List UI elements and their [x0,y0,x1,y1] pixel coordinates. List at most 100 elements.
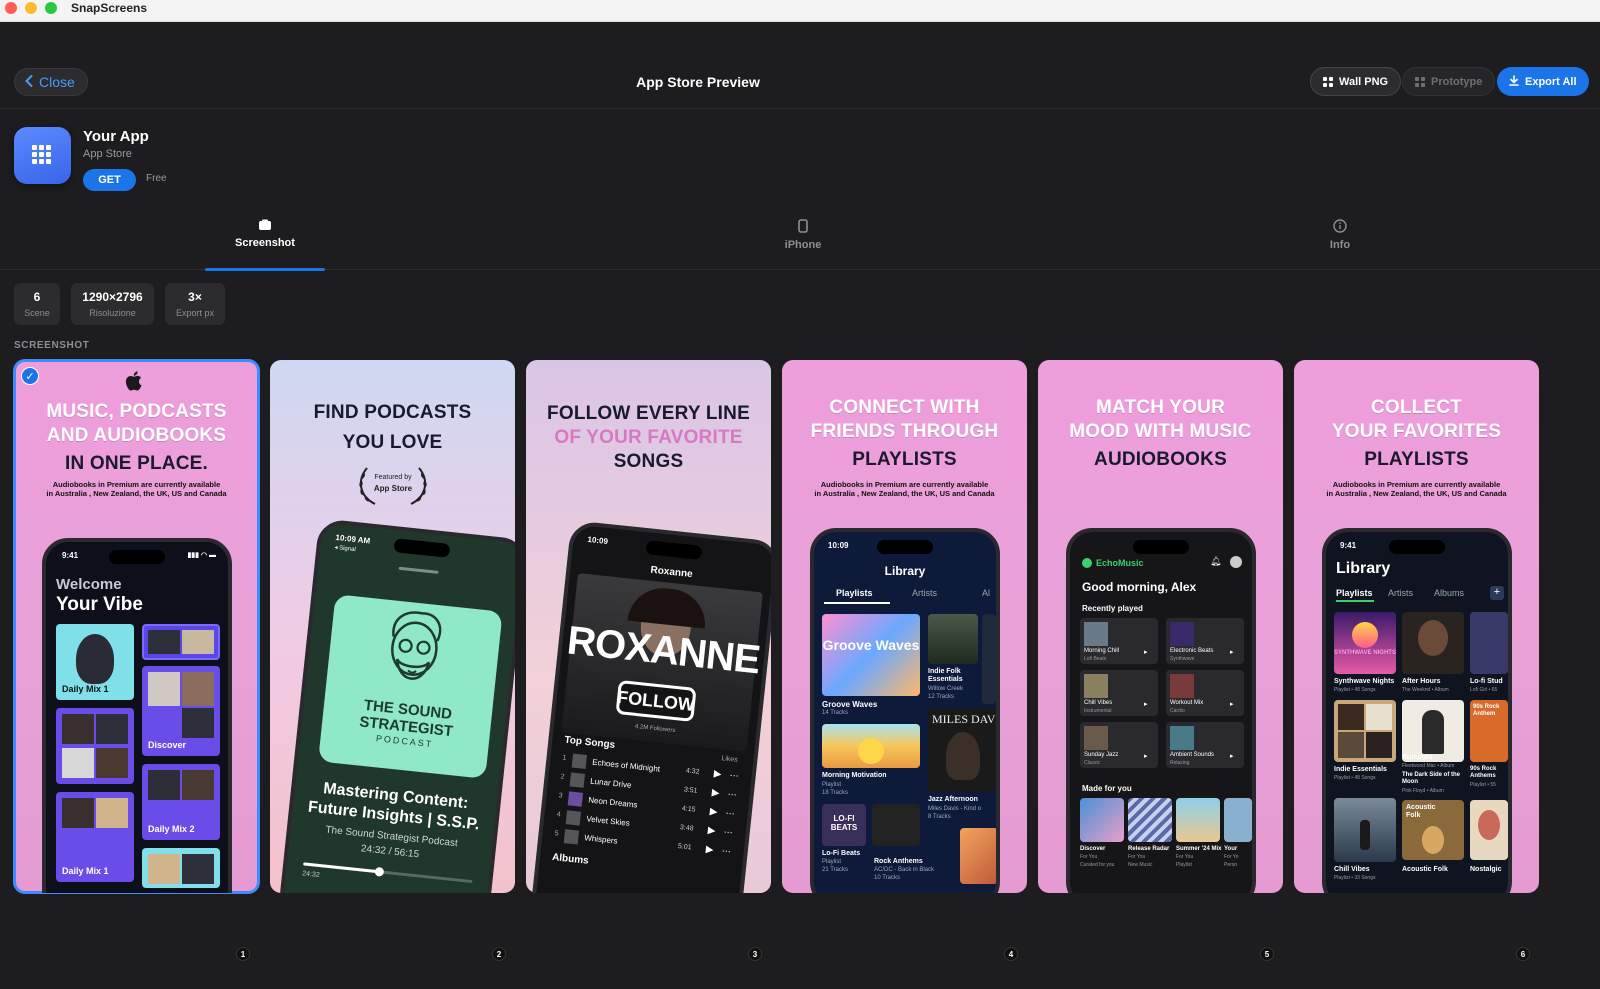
album-extra-art[interactable] [960,828,996,884]
made-item-meta: Perso [1224,862,1238,868]
made-item-meta: For You [1080,854,1098,860]
play-icon[interactable]: ▸ [1144,752,1148,760]
avatar[interactable] [1230,556,1242,568]
stat-resolution-value: 1290×2796 [82,290,143,304]
recent-item[interactable]: Sunday Jazz Classic ▸ [1080,722,1158,768]
tab-info-label: Info [1329,239,1351,251]
get-button[interactable]: GET [83,169,136,191]
phone-mockup: 10:09 Roxanne ROXANNE FOLLOW 4.2M Follow… [529,520,771,893]
play-icon[interactable]: ▶ [713,768,722,780]
playlist-synthwave-art[interactable]: SYNTHWAVE NIGHTS [1334,612,1396,674]
screenshot-card-2[interactable]: FIND PODCASTS YOU LOVE Featured by App S… [270,360,515,893]
play-icon[interactable]: ▶ [707,825,716,837]
tab-info[interactable]: Info [1280,210,1400,270]
prototype-button[interactable]: Prototype [1402,67,1496,96]
play-icon[interactable]: ▶ [709,806,718,818]
playlist-title: Groove Waves [822,700,878,709]
more-icon[interactable]: ⋯ [729,770,739,782]
wall-png-button[interactable]: Wall PNG [1310,67,1402,96]
song-title: Whispers [583,833,618,846]
tab-playlists[interactable]: Playlists [1336,588,1373,598]
album-after-hours-art[interactable] [1402,612,1464,674]
tab-albums[interactable]: Al [982,588,990,598]
tab-screenshot[interactable]: Screenshot [205,210,325,271]
playlist-meta: Lofi Girl • 65 [1470,687,1498,693]
status-time: 9:41 [62,551,79,560]
recent-item[interactable]: Electronic Beats Synthwave ▸ [1166,618,1244,664]
tile-daily-mix-1b[interactable]: Daily Mix 1 [56,792,134,882]
tile-daily-mix-2[interactable]: Daily Mix 2 [142,764,220,840]
tab-artists[interactable]: Artists [912,588,937,598]
more-icon[interactable]: ⋯ [727,789,737,801]
headline-line-1: CONNECT WITH [829,397,980,418]
play-icon[interactable]: ▶ [711,787,720,799]
progress-bar[interactable] [303,862,473,884]
playlist-title: Nostalgic [1470,866,1502,873]
play-icon[interactable]: ▸ [1144,648,1148,656]
tile-group[interactable] [56,708,134,784]
headline-line-1-text: FIND PODCASTS [313,402,472,423]
headline-line-1: MATCH YOUR [1095,397,1226,418]
tab-albums[interactable]: Albums [1434,588,1464,598]
tile-discover[interactable]: Discover [142,666,220,756]
screenshot-card-3[interactable]: FOLLOW EVERY LINE OF YOUR FAVORITE SONGS… [526,360,771,893]
screenshot-card-4[interactable]: CONNECT WITH FRIENDS THROUGH PLAYLISTS A… [782,360,1027,893]
song-title: Neon Dreams [587,795,638,810]
made-item-art[interactable] [1224,798,1252,842]
play-icon[interactable]: ▸ [1230,648,1234,656]
play-icon[interactable]: ▶ [705,844,714,856]
playlist-indie-art[interactable] [1334,700,1396,762]
playlist-indie-art[interactable] [928,614,978,664]
playlist-morning-art[interactable] [822,724,920,768]
screenshot-card-1[interactable]: ✓ MUSIC, PODCASTS AND AUDIOBOOKS IN ONE … [13,359,260,894]
play-icon[interactable]: ▸ [1144,700,1148,708]
made-item-art[interactable] [1128,798,1172,842]
recent-item[interactable]: Ambient Sounds Relaxing ▸ [1166,722,1244,768]
playlist-meta: The Weeknd • Album [1402,687,1449,693]
made-item-art[interactable] [1176,798,1220,842]
recent-item[interactable]: Morning Chill Lofi Beats ▸ [1080,618,1158,664]
screenshot-card-5[interactable]: MATCH YOUR MOOD WITH MUSIC AUDIOBOOKS Ec… [1038,360,1283,893]
stat-scene-label: Scene [24,308,50,318]
album-miles-art[interactable]: MILES DAVI [928,708,996,792]
playlist-90s-art[interactable]: 90s Rock Anthem [1470,700,1508,762]
play-icon[interactable]: ▸ [1230,700,1234,708]
more-icon[interactable]: ⋯ [725,808,735,820]
bell-icon[interactable]: 🔔︎ [1210,556,1221,567]
window-minimize-control[interactable] [25,2,37,14]
playlist-meta: Fleetwood Mac • Album [1402,763,1455,769]
song-number: 1 [562,754,567,762]
screenshot-number: 5 [1260,947,1274,961]
screenshot-card-6[interactable]: COLLECT YOUR FAVORITES PLAYLISTS Audiobo… [1294,360,1539,893]
playlist-nostalgic-art[interactable] [1470,800,1508,860]
playlist-chill-art[interactable] [1334,798,1396,862]
playlist-acoustic-art[interactable]: Acoustic Folk [1402,800,1464,860]
play-icon[interactable]: ▸ [1230,752,1234,760]
playlist-lofi-art[interactable] [1470,612,1508,674]
made-item-title: Release Radar [1128,846,1170,852]
more-icon[interactable]: ⋯ [723,827,733,839]
playlist-lofi-art[interactable]: LO-FI BEATS [822,804,866,846]
art-text: LO-FI BEATS [830,814,858,832]
recent-item[interactable]: Chill Vibes Instrumental ▸ [1080,670,1158,716]
tile-daily-mix-1[interactable]: Daily Mix 1 [56,624,134,700]
add-icon[interactable]: + [1490,586,1504,600]
playlist-groove-waves-art[interactable]: Groove Waves [822,614,920,696]
made-item-art[interactable] [1080,798,1124,842]
album-rock-art[interactable] [872,804,920,846]
export-all-button[interactable]: Export All [1497,67,1589,96]
window-zoom-control[interactable] [45,2,57,14]
tab-iphone[interactable]: iPhone [743,210,863,270]
screenshot-icon [257,219,273,231]
tab-artists[interactable]: Artists [1388,588,1413,598]
wall-png-label: Wall PNG [1339,75,1389,88]
status-icons: ▮▮▮ ◠ ▬ [187,552,216,559]
recent-item[interactable]: Workout Mix Cardio ▸ [1166,670,1244,716]
tile-artists[interactable] [142,624,220,660]
more-icon[interactable]: ⋯ [721,846,731,858]
album-rumours-art[interactable] [1402,700,1464,762]
tile-extra[interactable] [142,848,220,888]
playlist-title: Rumours [1402,754,1433,761]
window-close-control[interactable] [5,2,17,14]
tab-playlists[interactable]: Playlists [836,588,873,598]
